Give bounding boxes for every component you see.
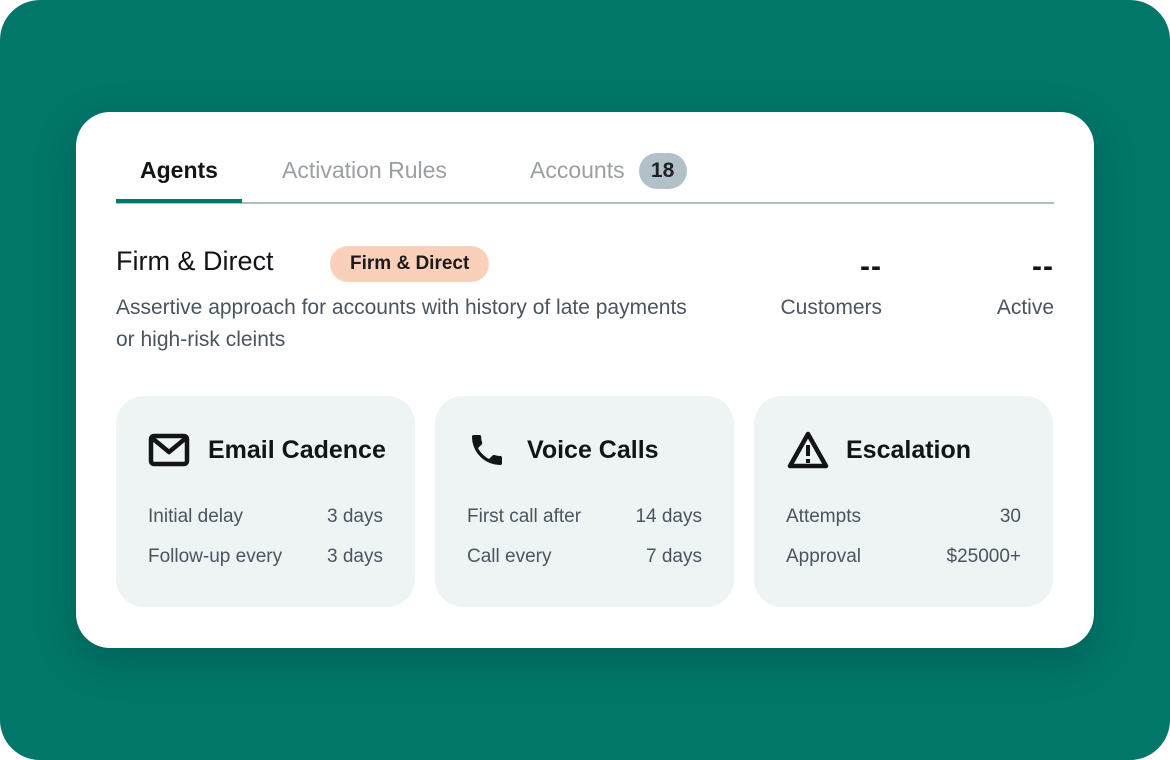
tab-bar: Agents Activation Rules Accounts 18 [116, 148, 1054, 204]
phone-icon [467, 430, 511, 470]
mail-icon [148, 430, 192, 470]
tab-agents-label: Agents [140, 157, 218, 183]
row-value: 3 days [327, 506, 383, 527]
voice-calls-title: Voice Calls [527, 435, 659, 464]
row-value: $25000+ [946, 546, 1022, 567]
escalation-card: Escalation Attempts 30 Approval $25000+ [754, 396, 1053, 607]
email-cadence-header: Email Cadence [148, 430, 386, 470]
email-cadence-card: Email Cadence Initial delay 3 days Follo… [116, 396, 415, 607]
tab-agents[interactable]: Agents [116, 148, 242, 203]
row-key: Attempts [786, 506, 861, 527]
tab-accounts-label: Accounts [530, 157, 625, 183]
accounts-count-badge: 18 [638, 153, 687, 189]
row-value: 30 [999, 506, 1021, 527]
row-value: 3 days [327, 546, 383, 567]
tab-activation-rules[interactable]: Activation Rules [282, 148, 447, 202]
stat-active-value: -- [1032, 250, 1054, 283]
page-background: Agents Activation Rules Accounts 18 Firm … [0, 0, 1170, 760]
tab-activation-rules-label: Activation Rules [282, 157, 447, 183]
agent-title: Firm & Direct [116, 246, 274, 276]
escalation-approval-row: Approval $25000+ [786, 542, 1021, 572]
escalation-attempts-row: Attempts 30 [786, 502, 1021, 532]
row-key: Follow-up every [148, 546, 283, 567]
agent-card: Agents Activation Rules Accounts 18 Firm … [76, 112, 1094, 648]
row-key: Approval [786, 546, 861, 567]
row-key: Call every [467, 546, 552, 567]
stat-customers-value: -- [860, 250, 882, 283]
voice-call-every-row: Call every 7 days [467, 542, 702, 572]
agent-tag-badge: Firm & Direct [330, 246, 490, 282]
voice-calls-header: Voice Calls [467, 430, 659, 470]
email-initial-delay-row: Initial delay 3 days [148, 502, 383, 532]
escalation-header: Escalation [786, 430, 971, 470]
stat-active-label: Active [996, 296, 1054, 319]
tab-accounts[interactable]: Accounts 18 [530, 148, 687, 202]
warning-icon [786, 430, 830, 470]
stat-customers-label: Customers [780, 296, 882, 319]
email-follow-up-row: Follow-up every 3 days [148, 542, 383, 572]
voice-calls-card: Voice Calls First call after 14 days Cal… [435, 396, 734, 607]
row-value: 7 days [646, 546, 702, 567]
agent-description: Assertive approach for accounts with his… [116, 296, 687, 351]
stat-active: -- Active [997, 252, 1054, 322]
stat-customers: -- Customers [780, 252, 882, 322]
escalation-title: Escalation [846, 435, 972, 464]
email-cadence-title: Email Cadence [208, 435, 386, 464]
row-value: 14 days [635, 506, 702, 527]
row-key: Initial delay [148, 506, 244, 527]
row-key: First call after [467, 506, 582, 527]
voice-first-call-row: First call after 14 days [467, 502, 702, 532]
